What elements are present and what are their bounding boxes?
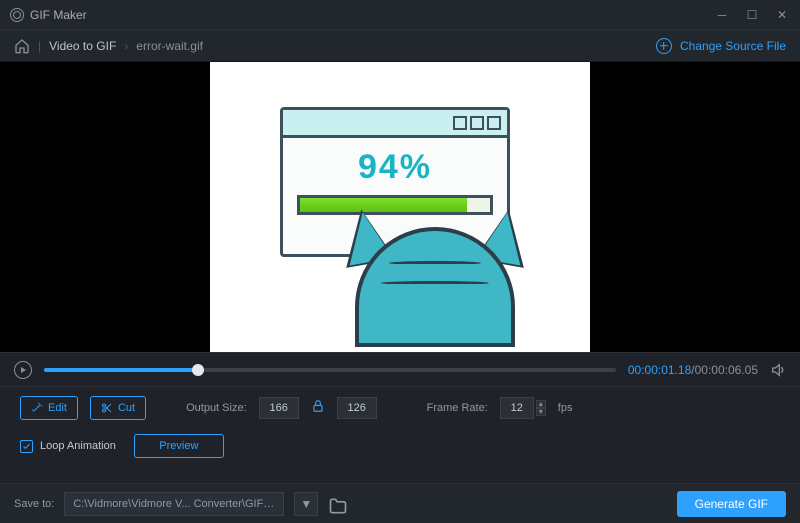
play-button[interactable] bbox=[14, 361, 32, 379]
seek-slider[interactable] bbox=[44, 368, 616, 372]
cut-label: Cut bbox=[118, 402, 135, 414]
save-path-dropdown[interactable]: ▼ bbox=[294, 492, 318, 516]
output-width-input[interactable]: 166 bbox=[259, 397, 299, 419]
volume-icon[interactable] bbox=[770, 362, 786, 378]
breadcrumb-bar: | Video to GIF › error-wait.gif Change S… bbox=[0, 30, 800, 62]
app-title: GIF Maker bbox=[30, 8, 87, 22]
frame-rate-down[interactable]: ▼ bbox=[536, 408, 546, 416]
time-display: 00:00:01.18/00:00:06.05 bbox=[628, 363, 758, 377]
generate-label: Generate GIF bbox=[695, 497, 768, 511]
play-icon bbox=[21, 367, 26, 373]
tool-row: Edit Cut Output Size: 166 126 Frame Rate… bbox=[0, 386, 800, 428]
lock-aspect-icon[interactable] bbox=[311, 399, 325, 416]
loop-label[interactable]: Loop Animation bbox=[40, 440, 116, 452]
breadcrumb-file: error-wait.gif bbox=[136, 39, 203, 53]
chevron-right-icon: › bbox=[124, 39, 128, 53]
frame-rate-label: Frame Rate: bbox=[427, 402, 488, 414]
cut-button[interactable]: Cut bbox=[90, 396, 146, 420]
edit-label: Edit bbox=[48, 402, 67, 414]
seek-thumb[interactable] bbox=[192, 364, 204, 376]
edit-button[interactable]: Edit bbox=[20, 396, 78, 420]
magic-wand-icon bbox=[31, 402, 43, 414]
save-path-field[interactable]: C:\Vidmore\Vidmore V... Converter\GIF Ma… bbox=[64, 492, 284, 516]
time-current: 00:00:01.18 bbox=[628, 363, 691, 377]
close-button[interactable]: ✕ bbox=[774, 8, 790, 22]
footer: Save to: C:\Vidmore\Vidmore V... Convert… bbox=[0, 483, 800, 523]
preview-frame: 94% bbox=[210, 62, 590, 352]
generate-gif-button[interactable]: Generate GIF bbox=[677, 491, 786, 517]
output-size-label: Output Size: bbox=[186, 402, 247, 414]
output-height-input[interactable]: 126 bbox=[337, 397, 377, 419]
scissors-icon bbox=[101, 402, 113, 414]
preview-content: 94% bbox=[270, 97, 530, 317]
video-viewport: 94% bbox=[0, 62, 800, 352]
change-source-label: Change Source File bbox=[680, 39, 786, 53]
preview-percent: 94% bbox=[283, 148, 507, 187]
preview-label: Preview bbox=[159, 440, 198, 452]
time-total: 00:00:06.05 bbox=[695, 363, 758, 377]
open-folder-icon[interactable] bbox=[328, 496, 348, 512]
minimize-button[interactable]: ─ bbox=[714, 8, 730, 22]
loop-row: Loop Animation Preview bbox=[0, 428, 800, 464]
change-source-button[interactable]: Change Source File bbox=[656, 38, 786, 54]
frame-rate-up[interactable]: ▲ bbox=[536, 400, 546, 408]
fps-label: fps bbox=[558, 402, 573, 414]
app-logo-icon bbox=[10, 8, 24, 22]
plus-circle-icon bbox=[656, 38, 672, 54]
loop-checkbox[interactable] bbox=[20, 440, 33, 453]
maximize-button[interactable]: ☐ bbox=[744, 8, 760, 22]
playback-bar: 00:00:01.18/00:00:06.05 bbox=[0, 352, 800, 386]
save-to-label: Save to: bbox=[14, 498, 54, 510]
frame-rate-input[interactable]: 12 bbox=[500, 397, 534, 419]
preview-button[interactable]: Preview bbox=[134, 434, 224, 458]
titlebar: GIF Maker ─ ☐ ✕ bbox=[0, 0, 800, 30]
check-icon bbox=[22, 442, 31, 451]
home-icon[interactable] bbox=[14, 38, 30, 54]
separator-icon: | bbox=[38, 39, 41, 53]
breadcrumb-root[interactable]: Video to GIF bbox=[49, 39, 116, 53]
